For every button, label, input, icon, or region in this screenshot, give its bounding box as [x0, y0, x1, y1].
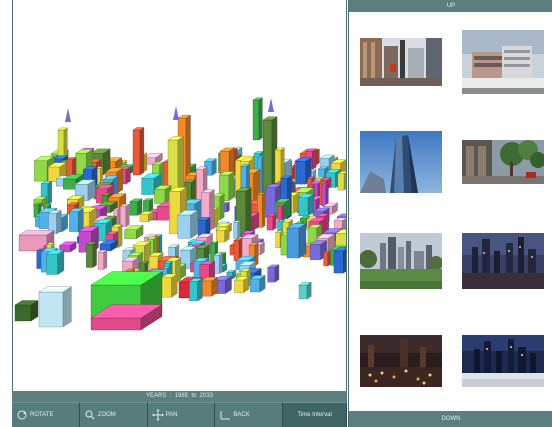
street-towers-photo	[360, 38, 442, 86]
photo-gallery-panel: UP DOWN	[348, 0, 552, 427]
building-block	[160, 273, 178, 298]
up-label: UP	[446, 3, 456, 9]
building-block	[286, 223, 307, 259]
building-block	[123, 225, 144, 239]
building-block	[323, 250, 331, 267]
thumbnail-skyline-night[interactable]	[462, 335, 544, 387]
pan-arrows-icon	[151, 409, 164, 421]
city-night-lights-photo	[360, 335, 442, 387]
thumbnail-tree-street[interactable]	[462, 140, 544, 184]
building-block	[266, 213, 277, 231]
thumbnail-city-night[interactable]	[360, 335, 442, 387]
building-block	[252, 97, 263, 141]
building-block	[213, 252, 224, 274]
building-block	[38, 286, 72, 328]
thumbnail-skyline-dusk[interactable]	[462, 233, 544, 289]
years-range-label: YEARS : 1985 to 2033	[145, 393, 214, 399]
building-block	[337, 171, 346, 191]
building-block	[14, 300, 39, 322]
magnifier-icon	[84, 409, 96, 421]
rotate-button[interactable]: ROTATE	[12, 402, 80, 427]
back-label: BACK	[233, 412, 250, 418]
skyline-park-photo	[360, 233, 442, 289]
building-block	[46, 249, 65, 275]
modern-building-photo	[462, 30, 544, 94]
skyline-dusk-photo	[462, 233, 544, 289]
building-block	[47, 209, 62, 235]
building-block	[153, 185, 172, 204]
scroll-up-button[interactable]: UP	[349, 0, 552, 12]
building-block	[333, 247, 346, 274]
building-block	[68, 208, 84, 232]
city-3d-scene[interactable]	[13, 0, 347, 391]
down-label: DOWN	[441, 416, 461, 422]
building-block	[97, 249, 108, 270]
building-block	[132, 127, 145, 176]
building-block	[233, 276, 250, 293]
view-toolbar: ROTATE ZOOM PAN BACK Time Interval	[12, 402, 347, 427]
tower-spire	[268, 98, 274, 112]
time-interval-label: Time Interval	[297, 412, 332, 418]
zoom-label: ZOOM	[97, 412, 116, 418]
building-block	[298, 282, 312, 300]
thumbnail-modern-building[interactable]	[462, 30, 544, 94]
thumbnail-skyline-park[interactable]	[360, 233, 442, 289]
building-block	[233, 220, 241, 239]
years-range-bar: YEARS : 1985 to 2033	[12, 391, 347, 402]
building-block	[85, 241, 98, 268]
back-arrow-icon	[219, 409, 231, 421]
tall-tower-sky-photo	[360, 131, 442, 193]
tree-lined-street-photo	[462, 140, 544, 184]
city-3d-viewport[interactable]	[12, 0, 347, 391]
building-block	[297, 193, 315, 216]
building-block	[215, 227, 230, 243]
rotate-label: ROTATE	[30, 412, 54, 418]
back-button[interactable]: BACK	[215, 402, 284, 427]
skyline-night-photo	[462, 335, 544, 387]
building-block	[119, 203, 130, 228]
building-block	[267, 264, 280, 283]
building-block	[129, 198, 143, 216]
building-block	[321, 183, 329, 207]
tower-spire	[65, 108, 71, 122]
building-block	[188, 278, 203, 302]
thumbnail-tall-tower[interactable]	[360, 131, 442, 193]
building-block	[200, 276, 218, 297]
pan-label: PAN	[165, 412, 178, 418]
tower-spire	[173, 106, 179, 120]
building-block	[177, 210, 199, 239]
zoom-button[interactable]: ZOOM	[79, 402, 148, 427]
rotate-icon	[16, 409, 28, 421]
pan-button[interactable]: PAN	[147, 402, 216, 427]
scroll-down-button[interactable]: DOWN	[349, 411, 552, 427]
thumbnail-street-towers[interactable]	[360, 38, 442, 86]
building-block	[99, 239, 118, 252]
time-interval-button[interactable]: Time Interval	[283, 402, 347, 427]
building-block	[249, 275, 266, 293]
